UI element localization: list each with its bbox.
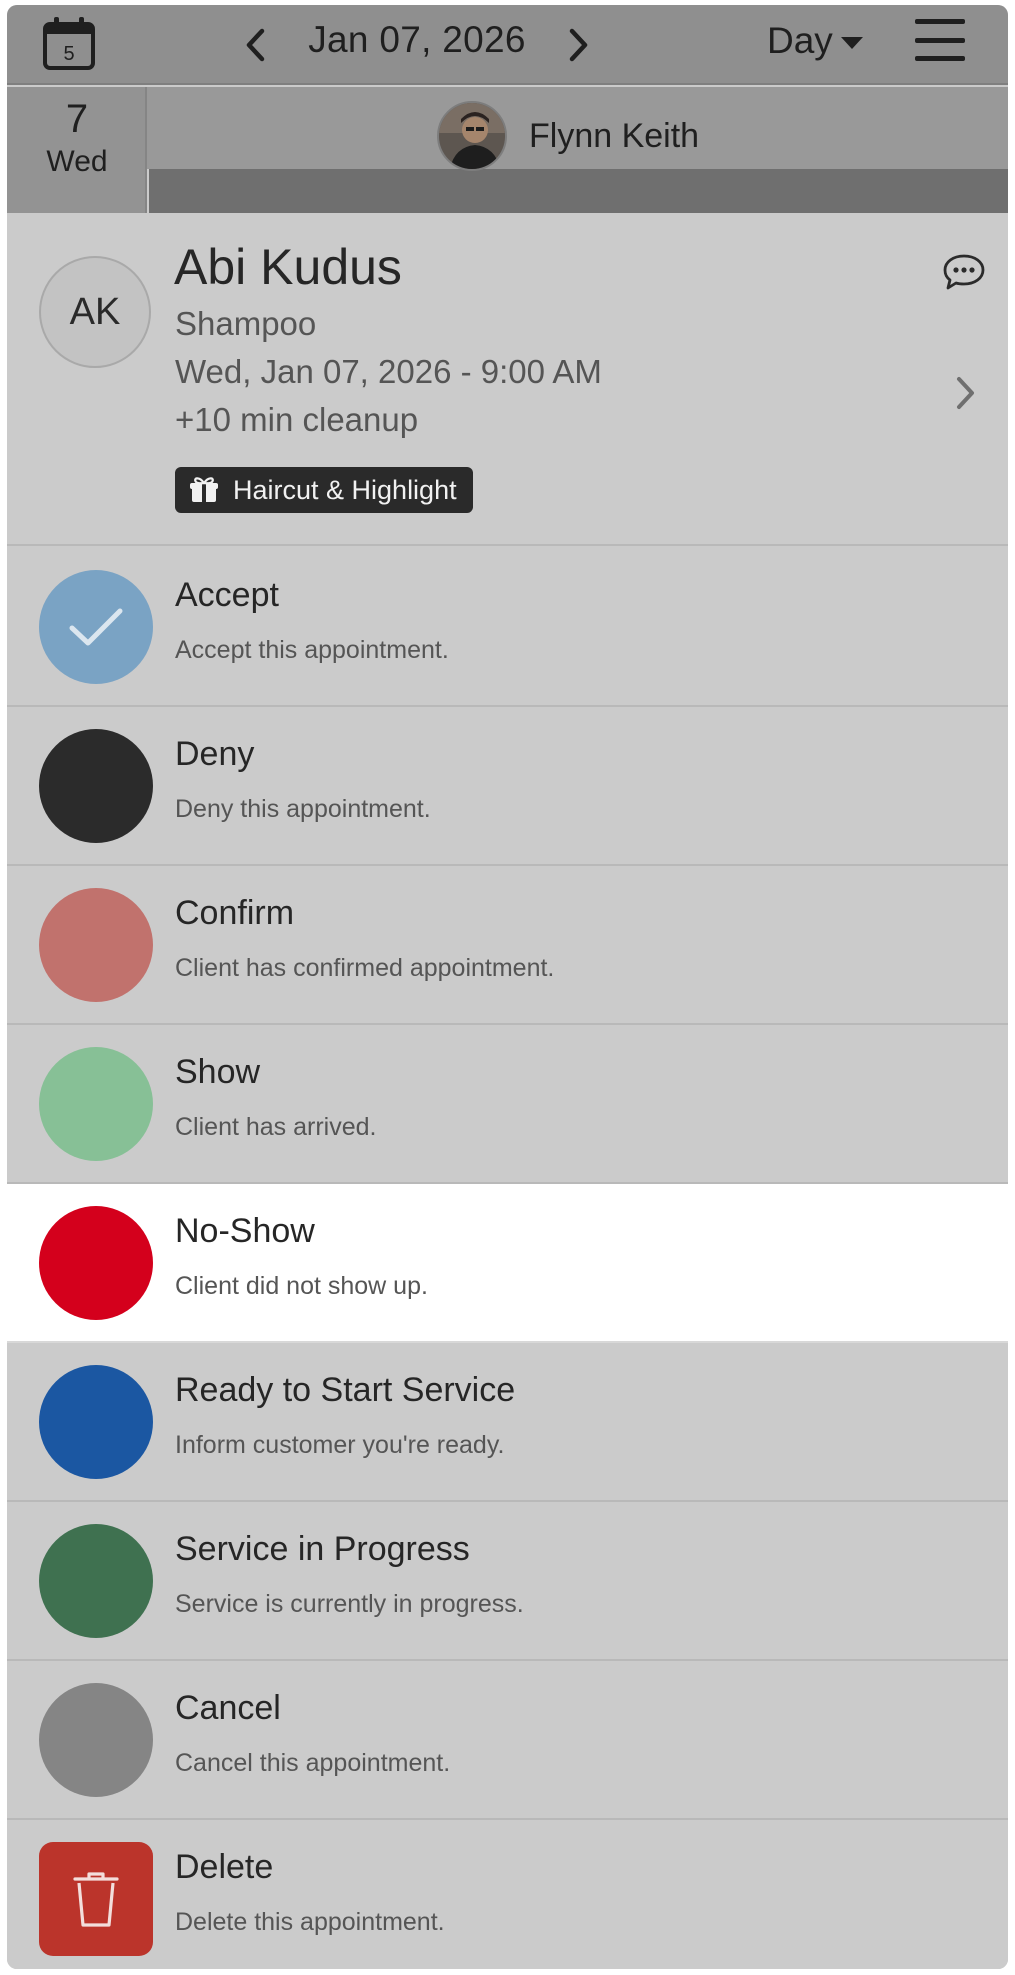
calendar-day-number: 5 — [63, 43, 74, 65]
status-title: Ready to Start Service — [175, 1371, 516, 1409]
status-color-dot — [39, 1365, 153, 1479]
status-description: Client has arrived. — [175, 1113, 377, 1141]
client-name: Abi Kudus — [174, 239, 402, 295]
chat-bubble-icon[interactable] — [942, 253, 986, 291]
check-icon — [69, 608, 123, 646]
status-options-list: Accept Accept this appointment. Deny Den… — [7, 548, 1008, 1969]
day-name: Wed — [46, 145, 108, 178]
day-number: 7 — [65, 97, 89, 141]
chevron-left-icon — [246, 28, 265, 62]
staff-name: Flynn Keith — [529, 116, 700, 155]
status-color-dot — [39, 1842, 153, 1956]
view-selector-label: Day — [767, 20, 833, 61]
calendar-grid-strip — [149, 169, 1008, 213]
status-title: No-Show — [175, 1212, 315, 1250]
status-color-dot — [39, 729, 153, 843]
status-option-ready-to-start[interactable]: Ready to Start Service Inform customer y… — [7, 1343, 1008, 1502]
status-title: Show — [175, 1053, 261, 1091]
status-description: Accept this appointment. — [175, 636, 449, 664]
status-color-dot — [39, 570, 153, 684]
appointment-action-sheet: AK Abi Kudus Shampoo Wed, Jan 07, 2026 -… — [7, 213, 1008, 1969]
staff-avatar — [437, 101, 507, 171]
status-option-delete[interactable]: Delete Delete this appointment. — [7, 1820, 1008, 1969]
status-option-confirm[interactable]: Confirm Client has confirmed appointment… — [7, 866, 1008, 1025]
status-description: Client has confirmed appointment. — [175, 954, 555, 982]
staff-header[interactable]: Flynn Keith — [437, 101, 699, 171]
day-column-header: 7 Wed — [7, 87, 147, 217]
status-description: Cancel this appointment. — [175, 1749, 451, 1777]
client-initials-avatar: AK — [39, 256, 151, 368]
previous-day-button[interactable] — [235, 23, 275, 67]
status-color-dot — [39, 888, 153, 1002]
cleanup-time: +10 min cleanup — [175, 401, 419, 438]
status-description: Inform customer you're ready. — [175, 1431, 505, 1459]
status-title: Service in Progress — [175, 1530, 470, 1568]
next-day-button[interactable] — [559, 23, 599, 67]
status-option-no-show[interactable]: No-Show Client did not show up. — [7, 1184, 1008, 1343]
package-name: Haircut & Highlight — [233, 474, 457, 505]
gift-box-icon — [190, 477, 218, 502]
status-title: Accept — [175, 576, 279, 614]
calendar-icon[interactable]: 5 — [41, 15, 97, 71]
status-description: Delete this appointment. — [175, 1908, 445, 1936]
status-color-dot — [39, 1206, 153, 1320]
package-badge: Haircut & Highlight — [175, 467, 473, 513]
status-description: Service is currently in progress. — [175, 1590, 524, 1618]
top-app-bar: 5 Jan 07, 2026 Day — [7, 5, 1008, 85]
day-header-row: 7 Wed Flynn Keith 45 — [7, 87, 1008, 263]
service-name: Shampoo — [175, 305, 317, 342]
status-color-dot — [39, 1683, 153, 1797]
chevron-right-icon[interactable] — [953, 373, 979, 413]
appointment-datetime: Wed, Jan 07, 2026 - 9:00 AM — [175, 353, 602, 390]
status-option-in-progress[interactable]: Service in Progress Service is currently… — [7, 1502, 1008, 1661]
status-title: Delete — [175, 1848, 274, 1886]
status-option-deny[interactable]: Deny Deny this appointment. — [7, 707, 1008, 866]
trash-icon — [73, 1872, 119, 1927]
chevron-right-icon — [569, 28, 588, 62]
current-date[interactable]: Jan 07, 2026 — [277, 19, 557, 61]
status-description: Client did not show up. — [175, 1272, 428, 1300]
status-title: Cancel — [175, 1689, 281, 1727]
hamburger-menu-icon[interactable] — [915, 19, 965, 61]
status-option-accept[interactable]: Accept Accept this appointment. — [7, 548, 1008, 707]
status-color-dot — [39, 1047, 153, 1161]
status-option-cancel[interactable]: Cancel Cancel this appointment. — [7, 1661, 1008, 1820]
caret-down-icon — [840, 37, 863, 49]
status-option-show[interactable]: Show Client has arrived. — [7, 1025, 1008, 1184]
status-color-dot — [39, 1524, 153, 1638]
appointment-summary[interactable]: AK Abi Kudus Shampoo Wed, Jan 07, 2026 -… — [7, 213, 1008, 546]
app-screen: 5 Jan 07, 2026 Day 7 Wed Flynn Keith AK … — [7, 5, 1008, 1969]
status-title: Deny — [175, 735, 255, 773]
status-description: Deny this appointment. — [175, 795, 431, 823]
status-title: Confirm — [175, 894, 295, 932]
view-selector[interactable]: Day — [767, 15, 863, 67]
